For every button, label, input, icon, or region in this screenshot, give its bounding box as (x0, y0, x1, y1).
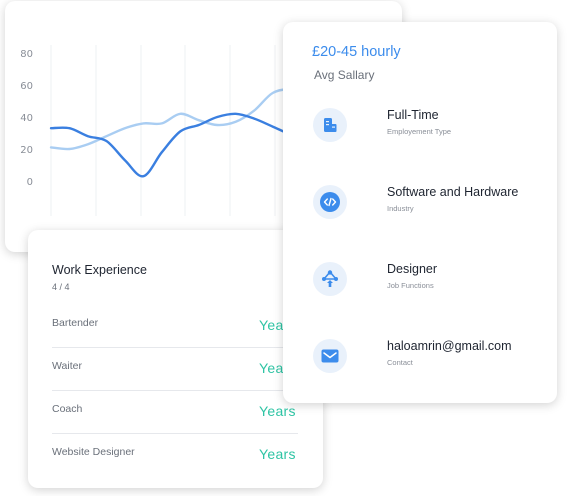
info-item-industry: Software and Hardware Industry (313, 183, 543, 223)
work-row-label: Website Designer (52, 446, 135, 458)
employment-type-value: Full-Time (387, 108, 439, 122)
work-row-value: Years (259, 446, 296, 462)
y-tick-label: 60 (20, 81, 33, 92)
y-tick-label: 80 (20, 49, 33, 60)
info-item-contact[interactable]: haloamrin@gmail.com Contact (313, 337, 543, 377)
code-icon (313, 185, 347, 219)
y-tick-label: 20 (20, 145, 33, 156)
industry-label: Industry (387, 204, 414, 213)
contact-label: Contact (387, 358, 413, 367)
job-info-card: £20-45 hourly Avg Sallary Full-Time Empl… (283, 22, 557, 403)
design-nodes-icon (313, 262, 347, 296)
info-item-job-functions: Designer Job Functions (313, 260, 543, 300)
employment-type-label: Employement Type (387, 127, 452, 136)
job-functions-label: Job Functions (387, 281, 434, 290)
y-tick-label: 40 (20, 113, 33, 124)
work-row-value: Years (259, 403, 296, 419)
job-functions-value: Designer (387, 262, 438, 276)
work-row-label: Bartender (52, 317, 99, 329)
industry-value: Software and Hardware (387, 185, 519, 199)
work-experience-card: Work Experience 4 / 4 Bartender Years Wa… (28, 230, 323, 488)
work-experience-title: Work Experience (52, 263, 147, 277)
work-row[interactable]: Bartender Years (52, 305, 298, 348)
work-row[interactable]: Coach Years (52, 391, 298, 434)
work-row[interactable]: Waiter Years (52, 348, 298, 391)
contact-email[interactable]: haloamrin@gmail.com (387, 339, 512, 353)
work-row[interactable]: Website Designer Years (52, 434, 298, 477)
mail-icon (313, 339, 347, 373)
work-experience-count: 4 / 4 (52, 282, 70, 292)
document-icon (313, 108, 347, 142)
info-item-employment-type: Full-Time Employement Type (313, 106, 543, 146)
work-row-label: Coach (52, 403, 83, 415)
y-tick-label: 0 (27, 177, 33, 188)
salary-range: £20-45 hourly (312, 44, 401, 60)
salary-label: Avg Sallary (314, 68, 375, 82)
work-row-label: Waiter (52, 360, 82, 372)
